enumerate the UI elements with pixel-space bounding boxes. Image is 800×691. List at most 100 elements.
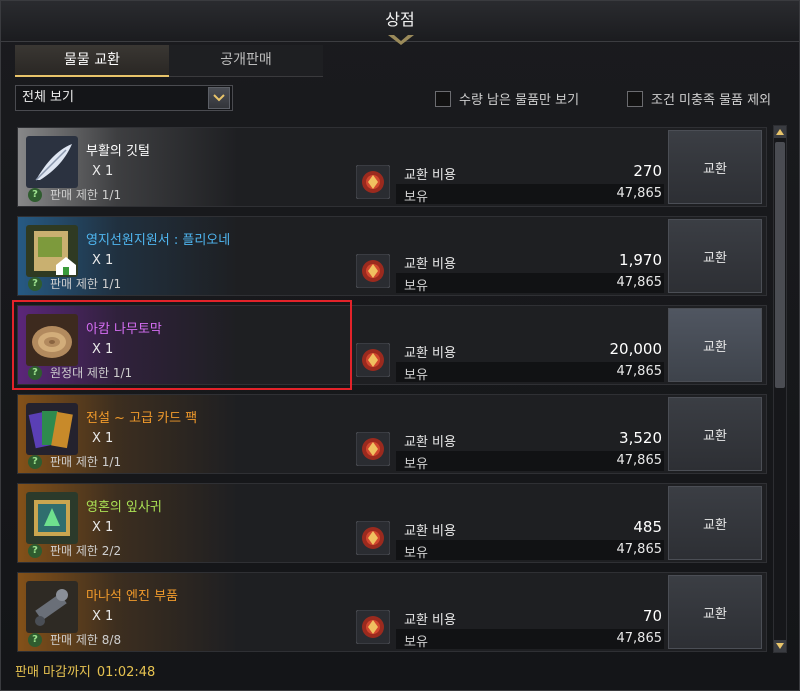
scroll-icon [26, 225, 78, 277]
item-name: 마나석 엔진 부품 [86, 589, 178, 604]
item-row: 영혼의 잎사귀 X 1? 판매 제한 2/2 교환 비용 485 보유 47,865 교환 [17, 483, 767, 563]
holding-value: 47,865 [616, 364, 663, 379]
item-quantity: X 1 [92, 164, 114, 179]
exchange-button[interactable]: 교환 [668, 219, 762, 293]
cost-value: 1,970 [619, 251, 662, 269]
holding-value: 47,865 [616, 631, 663, 646]
purchase-limit: ? 판매 제한 8/8 [28, 631, 121, 648]
cost-label: 교환 비용 [404, 168, 456, 183]
item-row: 부활의 깃털 X 1? 판매 제한 1/1 교환 비용 270 보유 47,865 교환 [17, 127, 767, 207]
tab-public-sale[interactable]: 공개판매 [169, 45, 323, 77]
cost-label: 교환 비용 [404, 524, 456, 539]
remaining-only-checkbox[interactable] [435, 90, 451, 107]
currency-emblem-icon [355, 609, 391, 645]
question-icon[interactable]: ? [28, 543, 42, 558]
purchase-limit: ? 판매 제한 1/1 [28, 186, 121, 203]
cost-value: 485 [633, 518, 662, 536]
item-row: 아캄 나무토막 X 1? 원정대 제한 1/1 교환 비용 20,000 보유 47,865… [12, 300, 767, 390]
purchase-limit-text: 판매 제한 1/1 [50, 277, 122, 291]
question-icon[interactable]: ? [28, 365, 42, 380]
currency-emblem-icon [355, 342, 391, 378]
item-list: 부활의 깃털 X 1? 판매 제한 1/1 교환 비용 270 보유 47,865 교환 영지선… [12, 123, 769, 653]
holding-value: 47,865 [616, 186, 663, 201]
holding-label: 보유 [404, 457, 428, 472]
item-row: 마나석 엔진 부품 X 1? 판매 제한 8/8 교환 비용 70 보유 47,865 교환 [17, 572, 767, 652]
remaining-only-label: 수량 남은 물품만 보기 [459, 93, 580, 108]
currency-emblem-icon [355, 253, 391, 289]
purchase-limit: ? 원정대 제한 1/1 [28, 364, 132, 381]
view-filter-dropdown[interactable]: 전체 보기 [15, 85, 233, 111]
cost-value: 3,520 [619, 429, 662, 447]
item-row: 전설 ~ 고급 카드 팩 X 1? 판매 제한 1/1 교환 비용 3,520 보유 47,… [17, 394, 767, 474]
holding-label: 보유 [404, 279, 428, 294]
cost-label: 교환 비용 [404, 257, 456, 272]
purchase-limit: ? 판매 제한 2/2 [28, 542, 121, 559]
ornament-icon [388, 35, 414, 45]
item-name: 아캄 나무토막 [86, 322, 162, 337]
cost-label: 교환 비용 [404, 346, 456, 361]
purchase-limit-text: 판매 제한 1/1 [50, 455, 122, 469]
window-title: 상점 [385, 10, 415, 29]
cost-value: 270 [633, 162, 662, 180]
item-name: 전설 ~ 고급 카드 팩 [86, 411, 198, 426]
item-name: 부활의 깃털 [86, 144, 150, 159]
wood-log-icon [26, 314, 78, 366]
holding-value: 47,865 [616, 453, 663, 468]
tab-bar: 물물 교환 공개판매 [15, 45, 325, 77]
currency-emblem-icon [355, 520, 391, 556]
item-quantity: X 1 [92, 520, 114, 535]
sale-deadline: 판매 마감까지 01:02:48 [15, 661, 161, 680]
currency-emblem-icon [355, 431, 391, 467]
exchange-button[interactable]: 교환 [668, 486, 762, 560]
leaf-gem-icon [26, 492, 78, 544]
exclude-unmet-checkbox[interactable] [627, 90, 643, 107]
question-icon[interactable]: ? [28, 454, 42, 469]
item-row: 영지선원지원서 : 플리오네 X 1? 판매 제한 1/1 교환 비용 1,970 보유 4… [17, 216, 767, 296]
exclude-unmet-option[interactable]: 조건 미충족 물품 제외 [627, 89, 771, 108]
cost-label: 교환 비용 [404, 613, 456, 628]
tab-barter[interactable]: 물물 교환 [15, 45, 169, 77]
purchase-limit: ? 판매 제한 1/1 [28, 453, 121, 470]
holding-label: 보유 [404, 190, 428, 205]
cost-label: 교환 비용 [404, 435, 456, 450]
scroll-down-arrow-icon[interactable] [774, 640, 786, 652]
exclude-unmet-label: 조건 미충족 물품 제외 [651, 93, 772, 108]
holding-value: 47,865 [616, 275, 663, 290]
item-name: 영혼의 잎사귀 [86, 500, 162, 515]
deadline-label: 판매 마감까지 [15, 665, 91, 680]
purchase-limit-text: 원정대 제한 1/1 [50, 366, 133, 380]
currency-emblem-icon [355, 164, 391, 200]
purchase-limit-text: 판매 제한 8/8 [50, 633, 122, 647]
holding-label: 보유 [404, 546, 428, 561]
view-filter-value: 전체 보기 [22, 90, 74, 105]
item-quantity: X 1 [92, 431, 114, 446]
purchase-limit: ? 판매 제한 1/1 [28, 275, 121, 292]
question-icon[interactable]: ? [28, 276, 42, 291]
holding-label: 보유 [404, 368, 428, 383]
cost-value: 70 [642, 607, 662, 625]
exchange-button[interactable]: 교환 [668, 308, 762, 382]
exchange-button[interactable]: 교환 [668, 130, 762, 204]
scroll-up-arrow-icon[interactable] [774, 126, 786, 138]
item-quantity: X 1 [92, 342, 114, 357]
card-pack-icon [26, 403, 78, 455]
question-icon[interactable]: ? [28, 632, 42, 647]
feather-icon [26, 136, 78, 188]
purchase-limit-text: 판매 제한 2/2 [50, 544, 122, 558]
holding-label: 보유 [404, 635, 428, 650]
chevron-down-icon[interactable] [208, 87, 230, 109]
holding-value: 47,865 [616, 542, 663, 557]
engine-part-icon [26, 581, 78, 633]
cost-value: 20,000 [609, 340, 663, 358]
purchase-limit-text: 판매 제한 1/1 [50, 188, 122, 202]
exchange-button[interactable]: 교환 [668, 397, 762, 471]
scrollbar[interactable] [773, 125, 787, 653]
exchange-button[interactable]: 교환 [668, 575, 762, 649]
remaining-only-option[interactable]: 수량 남은 물품만 보기 [435, 89, 579, 108]
deadline-time: 01:02:48 [96, 665, 156, 680]
question-icon[interactable]: ? [28, 187, 42, 202]
scroll-thumb[interactable] [775, 142, 785, 388]
item-name: 영지선원지원서 : 플리오네 [86, 233, 231, 248]
shop-window: 상점 물물 교환 공개판매 전체 보기 수량 남은 물품만 보기 조건 미충족 … [0, 0, 800, 691]
item-quantity: X 1 [92, 609, 114, 624]
